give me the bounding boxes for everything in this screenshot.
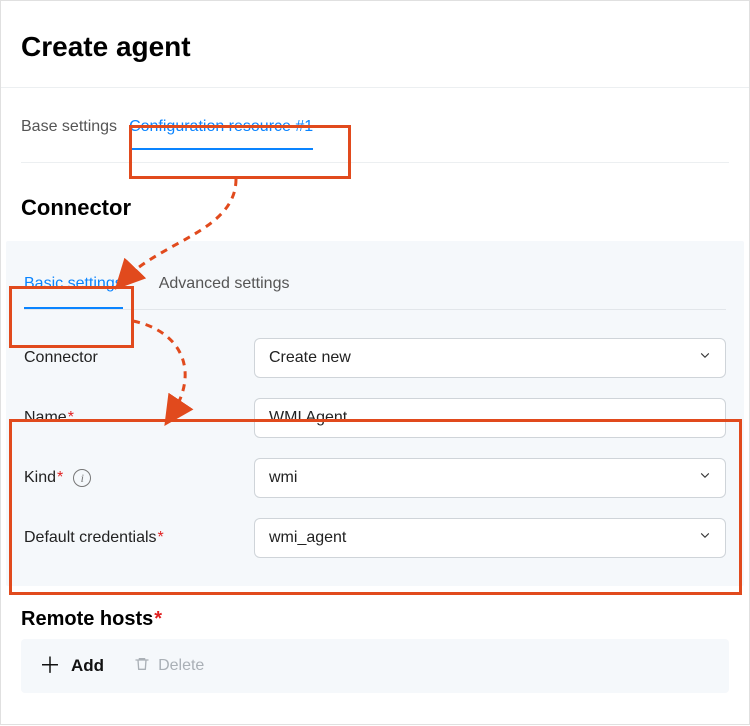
connector-panel: Basic settings Advanced settings Connect… xyxy=(6,241,744,586)
outer-tabs: Base settings Configuration resource #1 xyxy=(21,116,729,163)
required-mark: * xyxy=(68,409,74,427)
subtab-basic-settings[interactable]: Basic settings xyxy=(24,275,123,309)
tab-label: Base settings xyxy=(21,118,117,135)
select-default-credentials[interactable]: wmi_agent xyxy=(254,518,726,558)
label-name: Name* xyxy=(24,409,254,427)
plus-icon: ＋ xyxy=(39,655,61,677)
section-remote-hosts-title: Remote hosts* xyxy=(1,586,749,639)
trash-icon xyxy=(134,656,150,677)
required-mark: * xyxy=(158,529,164,547)
select-connector[interactable]: Create new xyxy=(254,338,726,378)
row-name: Name* WMI Agent xyxy=(24,388,726,448)
add-button[interactable]: ＋ Add xyxy=(39,655,104,677)
section-connector-title: Connector xyxy=(1,163,749,231)
remote-hosts-toolbar: ＋ Add Delete xyxy=(21,639,729,693)
subtab-advanced-settings[interactable]: Advanced settings xyxy=(159,275,290,309)
button-label: Delete xyxy=(158,657,204,675)
info-icon[interactable]: i xyxy=(73,469,91,487)
row-kind: Kind* i wmi xyxy=(24,448,726,508)
label-kind: Kind* i xyxy=(24,469,254,487)
input-value: WMI Agent xyxy=(254,398,726,438)
button-label: Add xyxy=(71,656,104,676)
inner-tabs: Basic settings Advanced settings xyxy=(24,275,726,310)
row-default-credentials: Default credentials* wmi_agent xyxy=(24,508,726,568)
select-value: wmi_agent xyxy=(254,518,726,558)
select-value: wmi xyxy=(254,458,726,498)
label-text: Kind xyxy=(24,469,56,487)
delete-button: Delete xyxy=(134,656,204,677)
label-connector: Connector xyxy=(24,349,254,367)
label-text: Remote hosts xyxy=(21,608,153,630)
tab-base-settings[interactable]: Base settings xyxy=(21,116,117,162)
select-value: Create new xyxy=(254,338,726,378)
tab-configuration-resource[interactable]: Configuration resource #1 xyxy=(129,116,313,162)
select-kind[interactable]: wmi xyxy=(254,458,726,498)
input-name[interactable]: WMI Agent xyxy=(254,398,726,438)
required-mark: * xyxy=(154,608,162,630)
tab-label: Configuration resource #1 xyxy=(129,118,313,135)
label-default-credentials: Default credentials* xyxy=(24,529,254,547)
label-text: Default credentials xyxy=(24,529,157,547)
label-text: Name xyxy=(24,409,67,427)
label-text: Connector xyxy=(24,349,98,367)
row-connector: Connector Create new xyxy=(24,328,726,388)
required-mark: * xyxy=(57,469,63,487)
page-title: Create agent xyxy=(1,1,749,87)
